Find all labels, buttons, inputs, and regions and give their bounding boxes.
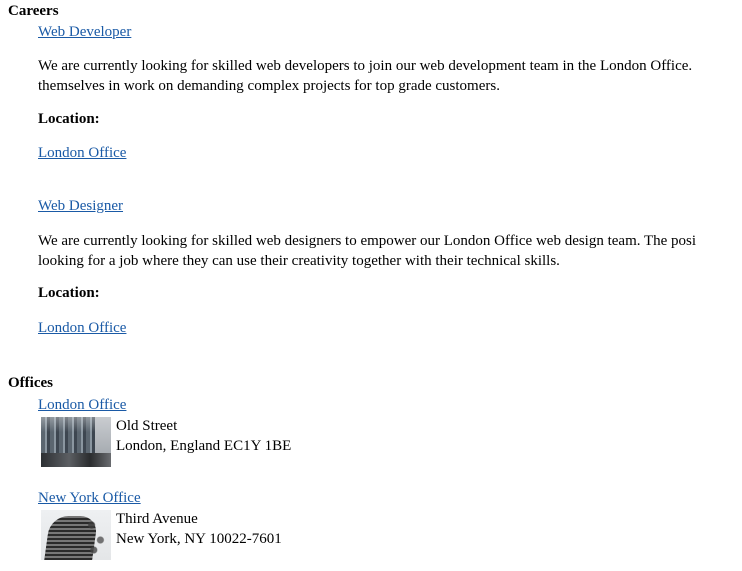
careers-heading: Careers <box>8 3 59 19</box>
london-office-photo <box>41 417 111 467</box>
job-link-web-designer[interactable]: Web Designer <box>38 197 123 215</box>
job-link-web-developer[interactable]: Web Developer <box>38 23 131 41</box>
london-office-address: Old Street London, England EC1Y 1BE <box>116 416 291 456</box>
job-description-line: We are currently looking for skilled web… <box>38 233 697 249</box>
address-line: Third Avenue <box>116 511 198 527</box>
address-line: New York, NY 10022-7601 <box>116 531 282 547</box>
office-link-new-york[interactable]: New York Office <box>38 489 141 507</box>
tree-shape <box>85 510 107 560</box>
new-york-office-photo <box>41 510 111 560</box>
job-location-label: Location: <box>38 111 100 127</box>
job-location-link-london[interactable]: London Office <box>38 144 126 162</box>
address-line: London, England EC1Y 1BE <box>116 438 292 454</box>
job-location-link-london[interactable]: London Office <box>38 319 126 337</box>
office-link-london[interactable]: London Office <box>38 396 126 414</box>
new-york-office-address: Third Avenue New York, NY 10022-7601 <box>116 509 282 549</box>
job-description-line: We are currently looking for skilled web… <box>38 58 693 74</box>
offices-heading: Offices <box>8 375 53 391</box>
job-description-web-developer: We are currently looking for skilled web… <box>38 56 742 96</box>
job-description-line: looking for a job where they can use the… <box>38 253 560 269</box>
address-line: Old Street <box>116 418 178 434</box>
job-description-line: themselves in work on demanding complex … <box>38 78 500 94</box>
job-description-web-designer: We are currently looking for skilled web… <box>38 231 742 271</box>
job-location-label: Location: <box>38 285 100 301</box>
